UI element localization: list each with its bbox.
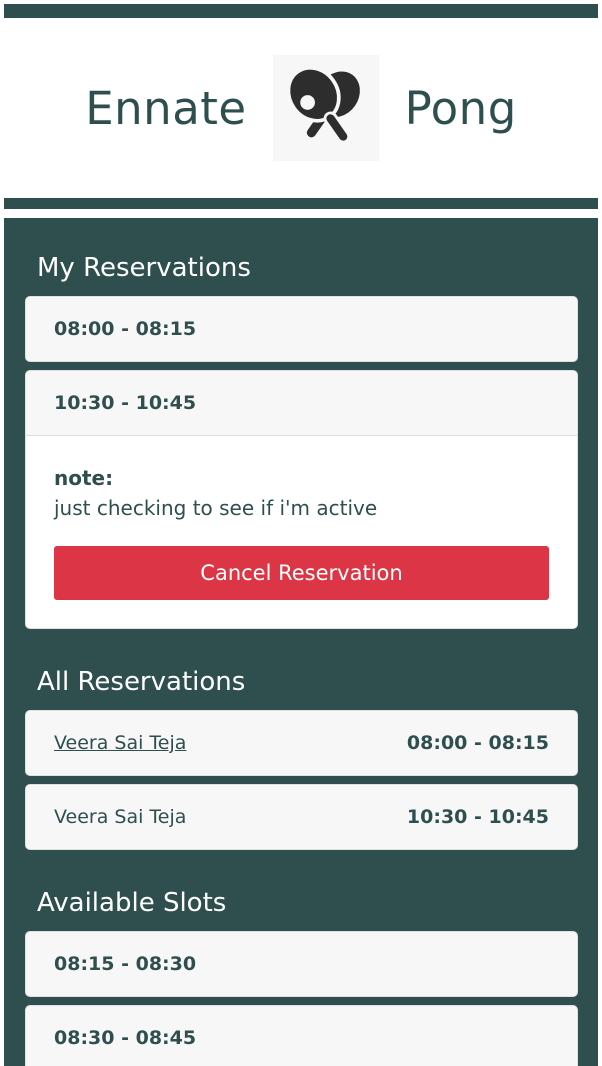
- all-reservation-row[interactable]: Veera Sai Teja 08:00 - 08:15: [26, 711, 577, 775]
- my-reservations-title: My Reservations: [37, 253, 251, 283]
- available-slot-row[interactable]: 08:15 - 08:30: [26, 932, 577, 996]
- all-reservation-row[interactable]: Veera Sai Teja 10:30 - 10:45: [26, 785, 577, 849]
- brand-right-text: Pong: [404, 81, 517, 135]
- all-reservations-title: All Reservations: [37, 667, 246, 697]
- reservation-time: 10:30 - 10:45: [406, 806, 549, 828]
- brand-left-text: Ennate: [85, 81, 247, 135]
- note-label: note:: [54, 466, 114, 490]
- header-divider-gap: [4, 209, 598, 218]
- slot-time: 08:30 - 08:45: [54, 1027, 197, 1049]
- header-divider: [4, 198, 598, 209]
- slot-time: 08:15 - 08:30: [54, 953, 197, 975]
- cancel-reservation-button[interactable]: Cancel Reservation: [54, 546, 549, 600]
- my-reservation-card[interactable]: 08:00 - 08:15: [25, 296, 578, 362]
- available-slot-card[interactable]: 08:30 - 08:45: [25, 1005, 578, 1066]
- top-bar: [4, 4, 598, 18]
- all-reservation-card[interactable]: Veera Sai Teja 10:30 - 10:45: [25, 784, 578, 850]
- ping-pong-paddles-icon: [272, 55, 379, 161]
- note-text: just checking to see if i'm active: [54, 496, 378, 520]
- reservation-time: 10:30 - 10:45: [54, 392, 197, 414]
- reservation-time: 08:00 - 08:15: [54, 318, 197, 340]
- my-reservation-header[interactable]: 10:30 - 10:45: [26, 371, 577, 435]
- reservation-user-link[interactable]: Veera Sai Teja: [54, 732, 186, 754]
- available-slots-title: Available Slots: [37, 888, 227, 918]
- reservation-time: 08:00 - 08:15: [406, 732, 549, 754]
- main-content: My Reservations 08:00 - 08:15 10:30 - 10…: [4, 218, 598, 1066]
- reservation-user-name: Veera Sai Teja: [54, 806, 187, 828]
- all-reservation-card[interactable]: Veera Sai Teja 08:00 - 08:15: [25, 710, 578, 776]
- app-frame: Ennate Pong My Reservations 08:00 - 08:1…: [4, 4, 598, 1066]
- reservation-details: note: just checking to see if i'm active…: [26, 435, 577, 628]
- my-reservation-card-expanded[interactable]: 10:30 - 10:45 note: just checking to see…: [25, 370, 578, 629]
- available-slot-row[interactable]: 08:30 - 08:45: [26, 1006, 577, 1066]
- header: Ennate Pong: [4, 18, 598, 198]
- my-reservation-header[interactable]: 08:00 - 08:15: [26, 297, 577, 361]
- available-slot-card[interactable]: 08:15 - 08:30: [25, 931, 578, 997]
